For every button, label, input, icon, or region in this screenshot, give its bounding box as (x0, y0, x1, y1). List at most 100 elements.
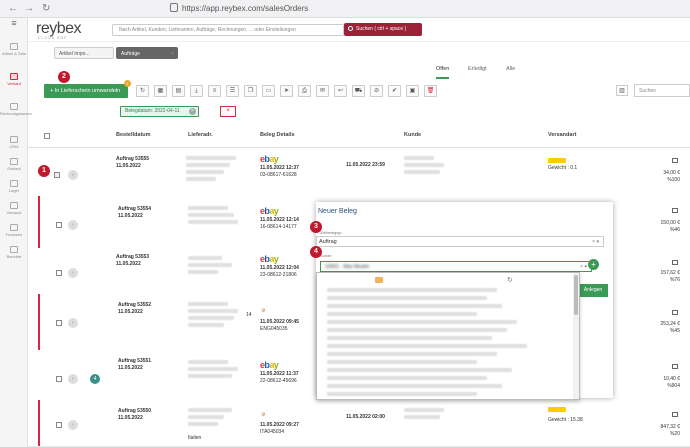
col-beleg-details[interactable]: Beleg Details (260, 132, 295, 138)
ebay-logo: ebay (260, 206, 279, 216)
order-number[interactable]: Auftrag 53550 (118, 408, 151, 414)
expand-icon[interactable]: › (68, 374, 78, 384)
send-icon[interactable]: ➤ (280, 85, 293, 97)
order-number[interactable]: Auftrag 53554 (118, 206, 151, 212)
select-all-checkbox[interactable] (44, 133, 50, 139)
type-label: Zielbelegtyp (320, 230, 342, 235)
sidebar-item-artikel[interactable]: Artikel & Sets (0, 43, 28, 56)
filter-icon[interactable]: ≡ (208, 85, 221, 97)
list-icon[interactable]: ☰ (226, 85, 239, 97)
refresh-icon[interactable]: ↻ (507, 276, 513, 284)
sidebar-item-finanzen[interactable]: Finanzen (0, 224, 28, 237)
order-number[interactable]: Auftrag 53551 (118, 358, 151, 364)
add-client-button[interactable]: + (588, 259, 599, 270)
people-icon (10, 136, 18, 143)
cube-icon (10, 43, 18, 50)
shop-icon: ⚙ (261, 308, 266, 314)
grid-icon[interactable]: ▤ (172, 85, 185, 97)
package-icon[interactable] (672, 260, 678, 265)
expand-icon[interactable]: › (68, 268, 78, 278)
client-select[interactable]: 10001 - Max Muster × ▾ (320, 261, 592, 272)
package-icon[interactable] (672, 364, 678, 369)
row-checkbox[interactable] (56, 422, 62, 428)
tab-offen[interactable]: Offen (436, 66, 450, 79)
download-icon[interactable]: ⤓ (190, 85, 203, 97)
table-search-input[interactable]: Suchen (634, 84, 690, 97)
copy-icon[interactable]: ❐ (244, 85, 257, 97)
table-row[interactable]: › Auftrag 53550 11.05.2022 Italien ⚙ 11.0… (28, 400, 690, 447)
return-icon[interactable]: ↩ (334, 85, 347, 97)
col-versandart[interactable]: Versandart (548, 132, 576, 138)
client-dropdown-list[interactable]: ↻ (316, 272, 580, 400)
truck-icon (10, 202, 18, 209)
cart-icon[interactable]: ⛟ (352, 85, 365, 97)
col-lieferadr[interactable]: Lieferadr. (188, 132, 213, 138)
row-checkbox[interactable] (56, 376, 62, 382)
package-icon[interactable] (672, 412, 678, 417)
col-bestelldatum[interactable]: Bestelldatum (116, 132, 151, 138)
remove-filter-icon[interactable]: × (188, 108, 196, 115)
reload-icon[interactable]: ↻ (42, 3, 50, 14)
tab-alle[interactable]: Alle (506, 66, 515, 72)
notes-count-badge[interactable]: 4 (90, 374, 100, 384)
order-number[interactable]: Auftrag 53553 (116, 254, 149, 260)
row-checkbox[interactable] (56, 270, 62, 276)
sidebar-item-einkauf[interactable]: Einkauf (0, 158, 28, 171)
sidebar-item-berichte[interactable]: Berichte (0, 246, 28, 259)
sidebar-item-verkauf[interactable]: Verkauf (0, 73, 28, 86)
active-filter-chip[interactable]: Belegdatum: 2022-04-11 × (120, 106, 199, 117)
dropdown-scrollbar[interactable] (573, 273, 579, 399)
package-icon[interactable] (672, 158, 678, 163)
refresh-icon[interactable]: ↻ (136, 85, 149, 97)
cart-icon (10, 73, 18, 80)
order-number[interactable]: Auftrag 53555 (116, 156, 149, 162)
row-checkbox[interactable] (56, 320, 62, 326)
block-icon[interactable]: ⊘ (370, 85, 383, 97)
col-kunde[interactable]: Kunde (404, 132, 421, 138)
row-checkbox[interactable] (54, 172, 60, 178)
package-icon[interactable] (672, 310, 678, 315)
create-button[interactable]: Anlegen (578, 284, 608, 297)
tab-erledigt[interactable]: Erledigt (468, 66, 487, 72)
global-search-input[interactable]: Nach Artikel, Kunden, Lieferanten, Auftr… (112, 24, 344, 36)
delete-icon[interactable]: 🗑 (424, 85, 437, 97)
sidebar-item-rechnungswesen[interactable]: Rechnungswesen (0, 103, 32, 116)
export-icon[interactable]: ▣ (406, 85, 419, 97)
sidebar-item-versand[interactable]: Versand (0, 202, 28, 215)
chevron-down-icon[interactable]: × ▾ (580, 262, 587, 272)
callout-2: 2 (58, 71, 70, 83)
convert-to-delivery-note-button[interactable]: + In Lieferschein umwandeln (44, 84, 128, 98)
logo[interactable]: reybex CLOUD ERP (36, 20, 82, 40)
order-number[interactable]: Auftrag 53552 (118, 302, 151, 308)
row-checkbox[interactable] (56, 222, 62, 228)
search-button[interactable]: Suchen ( ctrl + space ) (344, 23, 422, 36)
sidebar-item-lager[interactable]: Lager (0, 180, 28, 193)
clear-filters-button[interactable]: × (220, 106, 236, 117)
package-icon[interactable] (672, 208, 678, 213)
sidebar-item-crm[interactable]: CRM (0, 136, 28, 149)
close-icon[interactable]: × (171, 48, 174, 60)
address-bar[interactable]: https://app.reybex.com/salesOrders (170, 2, 570, 15)
expand-icon[interactable]: › (68, 220, 78, 230)
expand-icon[interactable]: › (68, 420, 78, 430)
expand-icon[interactable]: › (68, 318, 78, 328)
document-type-select[interactable]: Auftrag × ▾ (316, 236, 604, 247)
columns-icon[interactable]: ▥ (616, 85, 628, 96)
print-icon[interactable]: ⎙ (298, 85, 311, 97)
mail-icon[interactable]: ✉ (316, 85, 329, 97)
menu-icon[interactable]: ≡ (0, 19, 28, 28)
forward-arrow-icon[interactable]: → (24, 3, 34, 14)
check-icon[interactable]: ✔ (388, 85, 401, 97)
document-icon[interactable]: ▭ (262, 85, 275, 97)
table-icon[interactable]: ▦ (154, 85, 167, 97)
back-arrow-icon[interactable]: ← (8, 3, 18, 14)
expand-icon[interactable]: › (68, 170, 78, 180)
tab-auftraege[interactable]: Aufträge × (116, 47, 178, 59)
order-date: 11.05.2022 (116, 163, 141, 169)
app-header: reybex CLOUD ERP Nach Artikel, Kunden, Li… (28, 18, 690, 42)
chevron-down-icon[interactable]: × ▾ (592, 237, 599, 247)
edit-icon[interactable] (375, 277, 383, 283)
lock-icon (170, 3, 178, 12)
tab-artikel-import[interactable]: Artikel Impo... (54, 47, 114, 59)
callout-4: 4 (310, 246, 322, 258)
